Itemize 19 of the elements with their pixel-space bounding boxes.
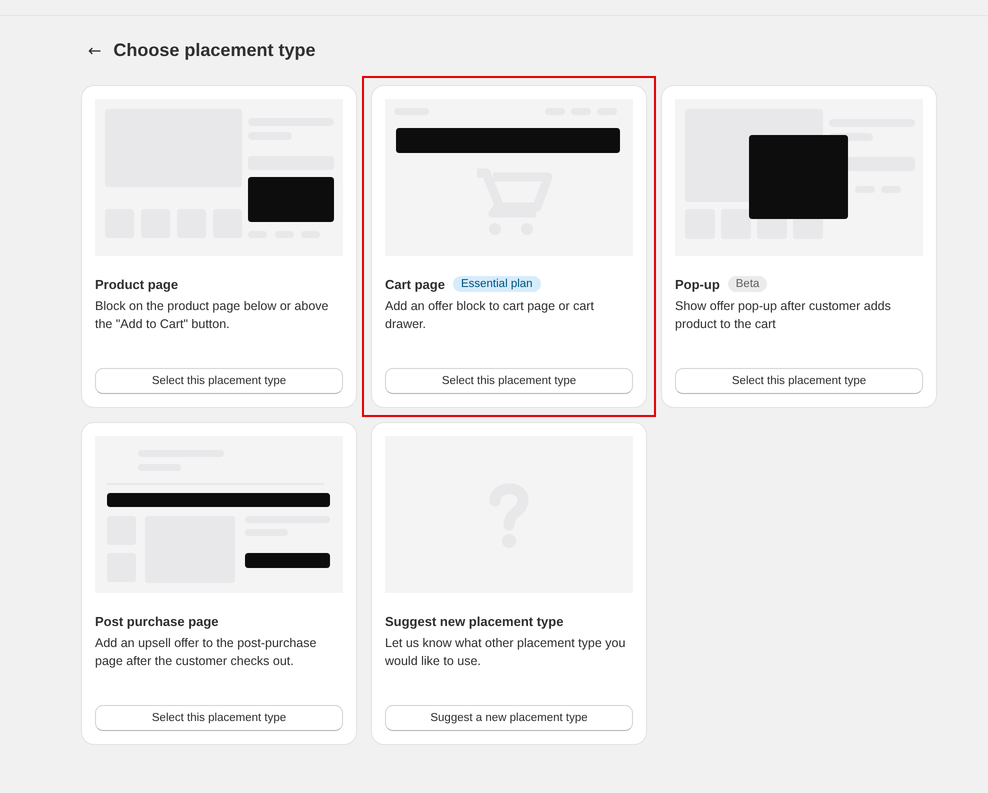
card-description: Add an offer block to cart page or cart drawer.: [385, 298, 595, 333]
card-description: Show offer pop-up after customer adds product to the cart: [675, 298, 892, 333]
card-description: Add an upsell offer to the post-purchase page after the customer checks out.: [95, 635, 318, 670]
select-button[interactable]: Select this placement type: [95, 705, 343, 731]
card-title: Suggest new placement type: [385, 614, 564, 628]
plan-badge: Beta: [728, 276, 768, 292]
select-button[interactable]: Select this placement type: [385, 368, 633, 394]
card-title: Cart page: [385, 276, 445, 292]
plan-badge: Essential plan: [452, 276, 541, 292]
select-button[interactable]: Select this placement type: [675, 368, 923, 394]
page-title: Choose placement type: [113, 40, 316, 60]
card-title: Post purchase page: [95, 614, 219, 628]
card-description: Let us know what other placement type you would like to use.: [385, 635, 626, 670]
card-title: Pop-up: [675, 276, 720, 292]
back-button[interactable]: ←: [84, 40, 106, 60]
select-button[interactable]: Suggest a new placement type: [385, 705, 633, 731]
card-title: Product page: [95, 276, 178, 292]
card-description: Block on the product page below or above the "Add to Cart" button.: [95, 298, 330, 333]
select-button[interactable]: Select this placement type: [95, 368, 343, 394]
